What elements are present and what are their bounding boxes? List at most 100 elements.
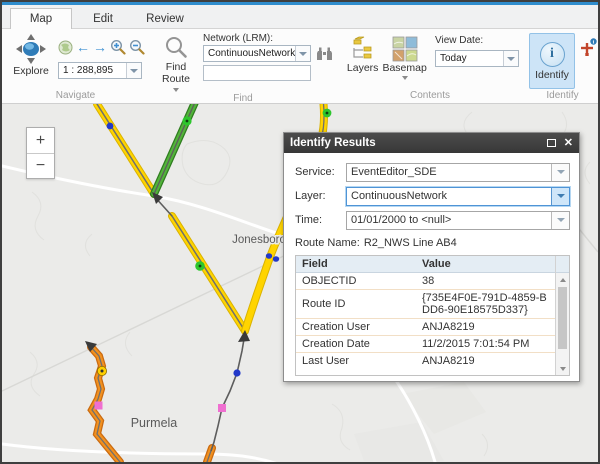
popup-titlebar[interactable]: Identify Results ✕	[284, 133, 579, 153]
find-route-label: Find Route	[155, 61, 197, 85]
tab-edit[interactable]: Edit	[72, 9, 134, 28]
route-input[interactable]	[203, 65, 311, 81]
popup-title: Identify Results	[290, 137, 547, 149]
maximize-icon[interactable]	[547, 139, 556, 147]
network-value: ContinuousNetwork	[204, 48, 295, 59]
scrollbar-header-spacer	[556, 256, 569, 273]
binoculars-icon[interactable]	[316, 46, 333, 61]
ribbon-toolbar: Explore ← →	[2, 29, 598, 104]
route-connectors	[85, 192, 250, 451]
view-date-dropdown-arrow-icon[interactable]	[503, 51, 518, 66]
scroll-down-icon[interactable]	[556, 362, 569, 375]
group-label-contents: Contents	[337, 89, 523, 103]
time-value: 01/01/2000 to <null>	[347, 212, 551, 229]
route-name-value: R2_NWS Line AB4	[364, 237, 457, 249]
view-date-combobox[interactable]: Today	[435, 50, 519, 67]
scrollbar-thumb[interactable]	[558, 287, 567, 349]
blue-point-marker	[107, 123, 114, 130]
value-cell: ANJA8219	[416, 355, 555, 367]
value-cell: 11/2/2015 7:01:54 PM	[416, 338, 555, 350]
app-window: Map Edit Review Explore	[0, 0, 600, 464]
place-label-jonesboro: Jonesboro	[232, 234, 286, 246]
map-scale-dropdown-arrow-icon[interactable]	[126, 63, 141, 78]
route-name-label: Route Name:	[295, 237, 360, 249]
explore-icon	[15, 33, 47, 65]
green-point-marker	[323, 109, 332, 118]
tab-review[interactable]: Review	[134, 9, 196, 28]
layer-dropdown-arrow-icon[interactable]	[551, 188, 569, 205]
basemap-label: Basemap	[382, 62, 426, 74]
network-combobox[interactable]: ContinuousNetwork	[203, 45, 311, 62]
explore-label: Explore	[13, 65, 49, 77]
green-point-marker	[182, 116, 191, 125]
table-header-value: Value	[416, 258, 555, 270]
time-dropdown-arrow-icon[interactable]	[551, 212, 569, 229]
zoom-out-icon[interactable]	[129, 39, 145, 55]
group-navigate: Explore ← →	[2, 31, 149, 103]
field-cell: Creation Date	[296, 338, 416, 350]
group-contents: Layers Basemap View Date:	[337, 31, 523, 103]
field-cell: Creation User	[296, 321, 416, 333]
map-scale-combobox[interactable]: 1 : 288,895	[58, 62, 142, 79]
full-extent-globe-icon[interactable]	[58, 40, 73, 55]
time-label: Time:	[295, 214, 346, 226]
ribbon-tabbar: Map Edit Review	[2, 5, 598, 29]
service-combobox[interactable]: EventEditor_SDE	[346, 163, 570, 182]
field-cell: OBJECTID	[296, 275, 416, 287]
map-zoom-out-button[interactable]: −	[27, 153, 54, 178]
identify-results-popup: Identify Results ✕ Service: EventEditor_…	[283, 132, 580, 382]
map-scale-value: 1 : 288,895	[59, 65, 126, 76]
tab-map[interactable]: Map	[10, 8, 72, 29]
identify-label: Identify	[535, 69, 569, 81]
table-row[interactable]: Creation User ANJA8219	[296, 319, 555, 336]
group-identify: i Identify i Identify	[523, 31, 600, 103]
blue-point-marker	[233, 369, 240, 376]
service-label: Service:	[295, 166, 346, 178]
scroll-up-icon[interactable]	[556, 273, 569, 286]
explore-button[interactable]: Explore	[8, 33, 54, 89]
map-zoom-control: + −	[26, 127, 55, 179]
popup-body: Service: EventEditor_SDE Layer: Continuo…	[284, 153, 579, 381]
place-label-purmela: Purmela	[131, 416, 178, 430]
layer-value: ContinuousNetwork	[347, 188, 551, 205]
map-zoom-in-button[interactable]: +	[27, 128, 54, 153]
layers-label: Layers	[347, 62, 379, 74]
pink-square-marker	[218, 404, 226, 412]
layer-combobox[interactable]: ContinuousNetwork	[346, 187, 570, 206]
close-icon[interactable]: ✕	[564, 138, 573, 149]
table-header-row: Field Value	[296, 256, 555, 273]
zoom-in-icon[interactable]	[110, 39, 126, 55]
blue-point-marker	[266, 253, 272, 259]
basemap-icon	[392, 36, 418, 62]
find-route-button[interactable]: Find Route	[155, 35, 197, 92]
layers-button[interactable]: Layers	[343, 36, 382, 89]
table-header-field: Field	[296, 258, 416, 270]
view-date-label: View Date:	[435, 35, 519, 46]
value-cell: {735E4F0E-791D-4859-BDD6-90E18575D337}	[416, 292, 555, 316]
layer-label: Layer:	[295, 190, 346, 202]
time-combobox[interactable]: 01/01/2000 to <null>	[346, 211, 570, 230]
table-row[interactable]: Creation Date 11/2/2015 7:01:54 PM	[296, 336, 555, 353]
value-cell: ANJA8219	[416, 321, 555, 333]
table-row[interactable]: Last User ANJA8219	[296, 353, 555, 369]
scrollbar-track[interactable]	[556, 286, 569, 362]
green-point-marker	[195, 261, 205, 271]
previous-extent-icon[interactable]: ←	[76, 40, 90, 54]
field-cell: Last User	[296, 355, 416, 367]
table-scrollbar[interactable]	[555, 256, 569, 375]
map-canvas[interactable]: Jonesboro Purmela + − Identify Results ✕…	[2, 104, 598, 462]
identify-button[interactable]: i Identify	[529, 33, 575, 89]
group-label-identify: Identify	[523, 89, 600, 103]
network-dropdown-arrow-icon[interactable]	[295, 46, 310, 61]
group-label-navigate: Navigate	[2, 89, 149, 103]
table-row[interactable]: Route ID {735E4F0E-791D-4859-BDD6-90E185…	[296, 290, 555, 319]
network-lrm-label: Network (LRM):	[203, 33, 333, 44]
table-row[interactable]: OBJECTID 38	[296, 273, 555, 290]
service-dropdown-arrow-icon[interactable]	[551, 164, 569, 181]
view-date-value: Today	[436, 53, 503, 64]
next-extent-icon[interactable]: →	[93, 40, 107, 54]
blue-point-marker	[273, 256, 279, 262]
basemap-button[interactable]: Basemap	[382, 36, 427, 89]
identify-route-locations-tool-icon[interactable]: i	[578, 37, 598, 57]
layers-icon	[350, 36, 376, 62]
